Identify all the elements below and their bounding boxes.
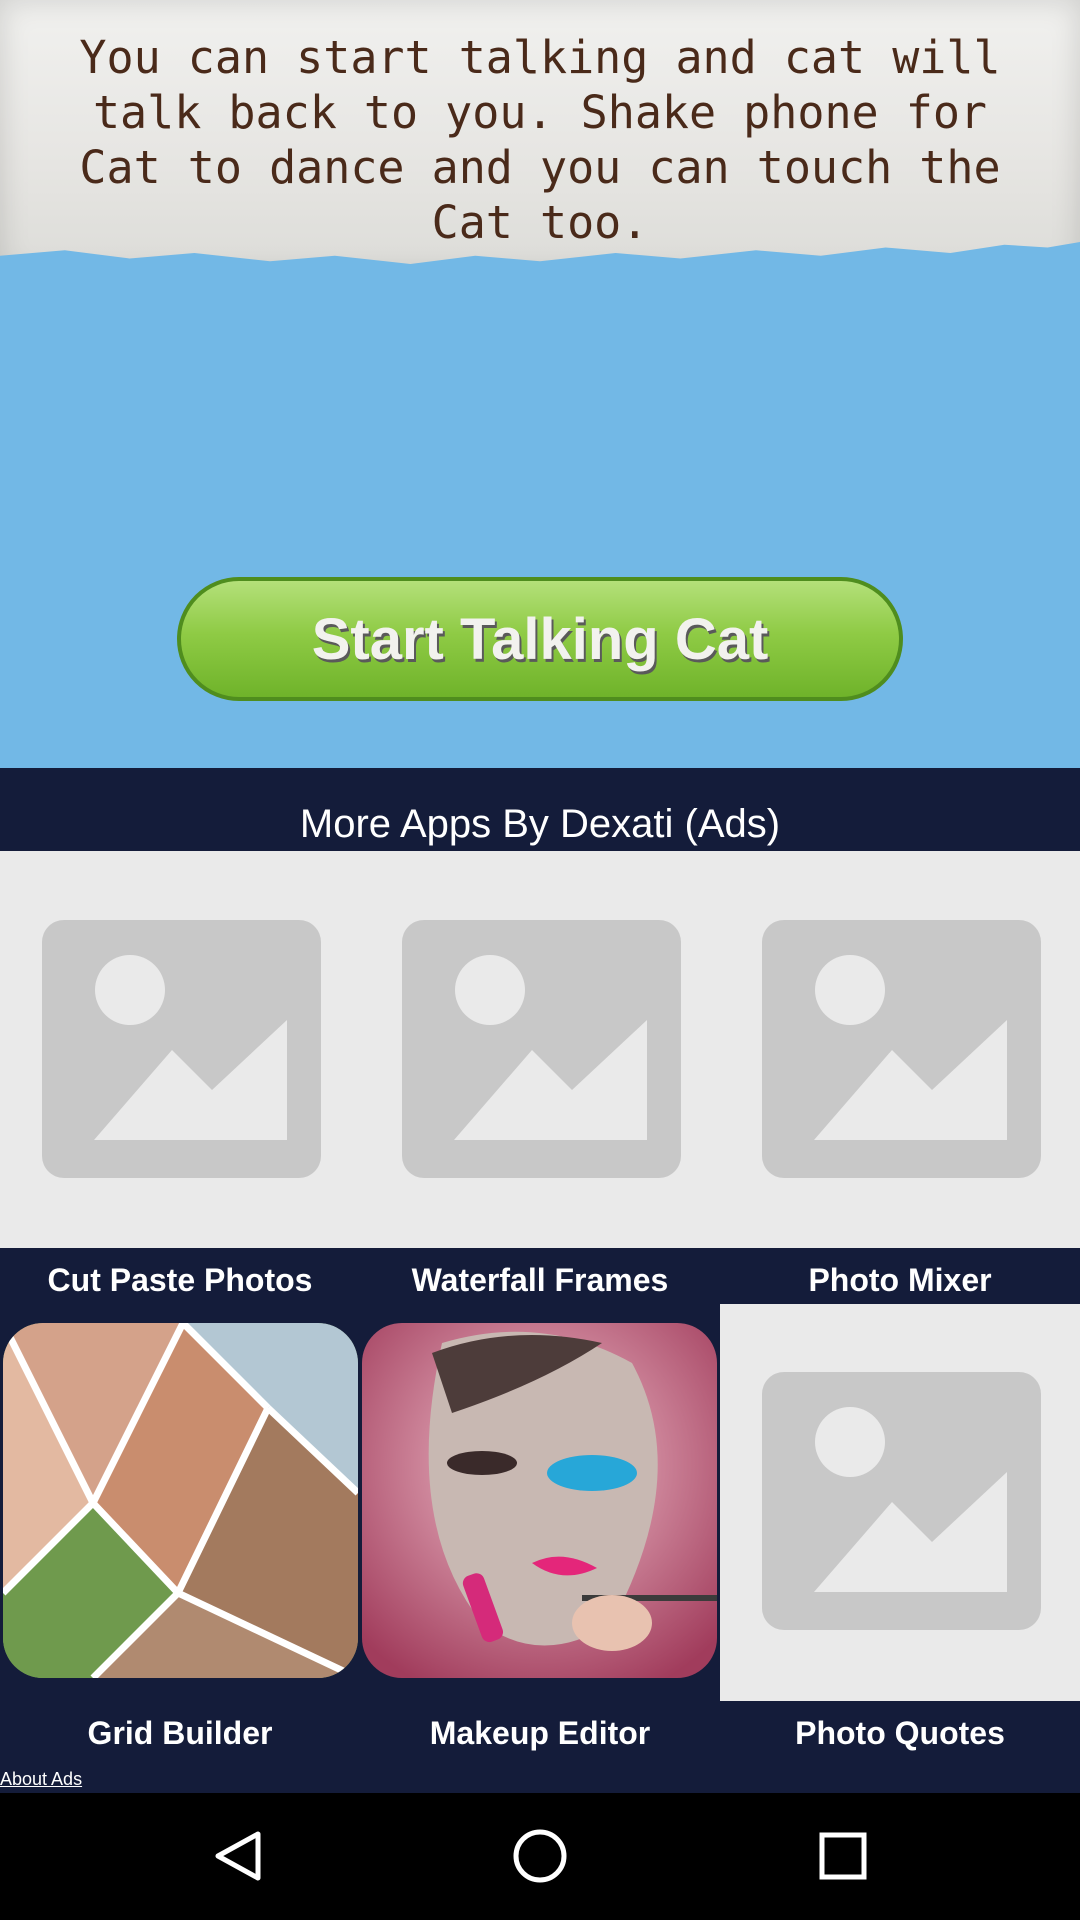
makeup-editor-thumbnail[interactable] [362,1323,717,1678]
ad-image-placeholder [720,1304,1080,1701]
home-icon[interactable] [497,1813,583,1899]
recents-icon[interactable] [800,1813,886,1899]
app-name-grid-builder[interactable]: Grid Builder [0,1715,360,1752]
system-navigation-bar [0,1793,1080,1920]
app-image-placeholder-icon[interactable] [762,1372,1041,1630]
instruction-text: You can start talking and cat will talk … [79,31,1001,249]
start-talking-cat-button[interactable]: Start Talking Cat [177,577,903,701]
back-icon[interactable] [195,1813,281,1899]
app-image-placeholder-icon[interactable] [762,920,1041,1178]
app-name-photo-quotes[interactable]: Photo Quotes [720,1715,1080,1752]
app-name-photo-mixer[interactable]: Photo Mixer [720,1262,1080,1299]
app-name-cut-paste-photos[interactable]: Cut Paste Photos [0,1262,360,1299]
ads-row-placeholders [0,851,1080,1248]
about-ads-link[interactable]: About Ads [0,1769,82,1790]
app-image-placeholder-icon[interactable] [42,920,321,1178]
ads-title: More Apps By Dexati (Ads) [299,802,781,846]
app-name-waterfall-frames[interactable]: Waterfall Frames [360,1262,720,1299]
grid-builder-thumbnail[interactable] [3,1323,358,1678]
app-name-makeup-editor[interactable]: Makeup Editor [360,1715,720,1752]
app-image-placeholder-icon[interactable] [402,920,681,1178]
